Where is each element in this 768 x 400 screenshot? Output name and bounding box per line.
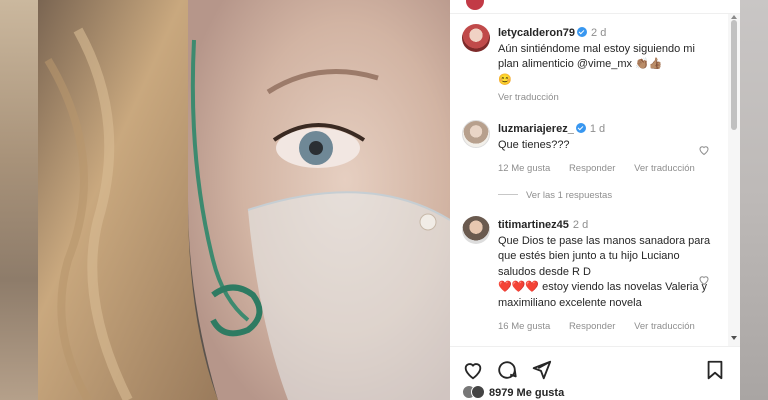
avatar[interactable]	[462, 216, 490, 244]
comment-likes[interactable]: 12 Me gusta	[498, 163, 550, 174]
likes-summary[interactable]: 8979 Me gusta	[462, 385, 564, 399]
post-header-edge	[450, 0, 740, 14]
comment-icon[interactable]	[496, 359, 518, 381]
comment-text-part: Que Dios te pase las manos sanadora para…	[498, 234, 711, 278]
header-avatar[interactable]	[466, 0, 484, 10]
replies-line	[498, 194, 518, 195]
comment-time[interactable]: 1 d	[590, 123, 605, 135]
like-heart-icon[interactable]	[698, 274, 710, 286]
blurred-backdrop-left	[0, 0, 38, 400]
verified-badge-icon	[575, 123, 586, 133]
avatar[interactable]	[462, 120, 490, 148]
reply-button[interactable]: Responder	[569, 321, 615, 332]
comments-list[interactable]: letycalderon79 2 d Aún sintiéndome mal es…	[450, 14, 728, 346]
view-replies[interactable]: Ver las 1 respuestas	[498, 190, 612, 201]
comment-body: letycalderon79 2 d Aún sintiéndome mal es…	[498, 26, 718, 106]
bookmark-icon[interactable]	[704, 359, 726, 381]
scroll-down-icon[interactable]	[731, 336, 737, 340]
comment-emoji: 😊	[498, 73, 512, 86]
reply-button[interactable]: Responder	[569, 163, 615, 174]
comment-actions: 12 Me gusta Responder Ver traducción	[498, 161, 718, 177]
post-photo	[38, 0, 450, 400]
view-replies-label[interactable]: Ver las 1 respuestas	[526, 190, 612, 201]
photo-illustration	[38, 0, 450, 400]
scroll-up-icon[interactable]	[731, 15, 737, 19]
scroll-thumb[interactable]	[731, 20, 737, 130]
comment-actions: 16 Me gusta Responder Ver traducción	[498, 319, 718, 335]
liker-avatar	[471, 385, 485, 399]
comment-text: Que Dios te pase las manos sanadora para…	[498, 234, 718, 312]
comment-username[interactable]: luzmariajerez_	[498, 123, 574, 135]
comment-body: titimartinez45 2 d Que Dios te pase las m…	[498, 218, 718, 335]
post-action-bar: 8979 Me gusta	[450, 346, 740, 400]
comment-time[interactable]: 2 d	[591, 27, 606, 39]
verified-badge-icon	[577, 27, 588, 37]
comments-scrollbar[interactable]	[728, 14, 740, 346]
like-heart-icon[interactable]	[698, 144, 710, 156]
avatar[interactable]	[462, 24, 490, 52]
comment-body: luzmariajerez_ 1 d Que tienes??? 12 Me gu…	[498, 122, 718, 177]
share-icon[interactable]	[530, 359, 552, 381]
comment-text: Que tienes???	[498, 138, 570, 151]
translate-link[interactable]: Ver traducción	[634, 163, 695, 174]
comment-username[interactable]: letycalderon79	[498, 27, 575, 39]
comment-text: Aún sintiéndome mal estoy siguiendo mi p…	[498, 42, 695, 71]
comment-likes[interactable]: 16 Me gusta	[498, 321, 550, 332]
translate-link[interactable]: Ver traducción	[634, 321, 695, 332]
blurred-backdrop-right	[740, 0, 768, 400]
comment-time[interactable]: 2 d	[573, 219, 588, 231]
translate-link[interactable]: Ver traducción	[498, 90, 718, 106]
hearts-emoji: ❤️❤️❤️	[498, 281, 540, 293]
comment-username[interactable]: titimartinez45	[498, 219, 569, 231]
likes-count[interactable]: 8979 Me gusta	[489, 387, 564, 399]
post-panel: letycalderon79 2 d Aún sintiéndome mal es…	[450, 0, 740, 400]
heart-icon[interactable]	[462, 359, 484, 381]
